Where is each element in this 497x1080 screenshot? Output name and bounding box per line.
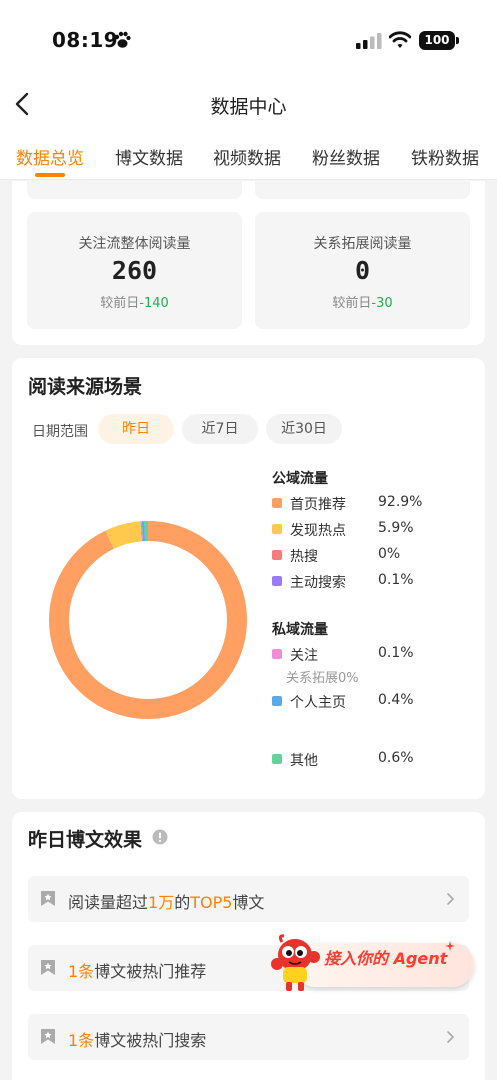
nav-header: 数据中心 <box>0 80 497 130</box>
effect-highlight: 1条 <box>68 962 95 981</box>
legend-subitem: 关系拓展0% <box>286 671 359 686</box>
private-traffic-title: 私域流量 <box>272 622 328 638</box>
legend-swatch <box>272 498 282 508</box>
effect-highlight: 1万 <box>148 893 175 912</box>
stat-relation-read: 关系拓展阅读量 0 较前日-30 <box>255 212 470 329</box>
page-title: 数据中心 <box>210 96 287 118</box>
legend-name: 其他 <box>290 753 318 769</box>
legend-value: 0.6% <box>378 750 414 766</box>
donut-slice-首页推荐 <box>49 521 247 719</box>
effect-text: 阅读量超过1万的TOP5博文 <box>68 889 264 913</box>
delta-value: -30 <box>371 296 393 311</box>
tab-iron-fans[interactable]: 铁粉数据 <box>411 144 479 169</box>
wifi-icon <box>389 31 411 48</box>
donut-slice-发现热点 <box>105 521 143 549</box>
legend-swatch <box>272 649 282 659</box>
legend-value: 0% <box>378 546 401 562</box>
effect-row-top5[interactable]: 阅读量超过1万的TOP5博文 <box>28 876 469 922</box>
legend-swatch <box>272 550 282 560</box>
legend-value: 0.4% <box>378 692 414 708</box>
legend-swatch <box>272 696 282 706</box>
reading-source-card: 阅读来源场景 日期范围 昨日 近7日 近30日 公域流量 首页推荐 92.9% … <box>12 358 485 799</box>
stat-label: 关注流整体阅读量 <box>78 236 191 252</box>
stat-follow-read: 关注流整体阅读量 260 较前日-140 <box>27 212 242 329</box>
delta-value: -140 <box>139 296 169 311</box>
source-donut-chart <box>49 521 247 719</box>
agent-label: 接入你的 Agent <box>324 949 448 968</box>
sparkle-icon <box>445 941 455 951</box>
legend-swatch <box>272 754 282 764</box>
battery-indicator: 100 <box>419 31 455 50</box>
tab-posts[interactable]: 博文数据 <box>115 144 183 169</box>
stat-delta: 较前日-30 <box>255 292 470 311</box>
legend-value: 5.9% <box>378 520 414 536</box>
info-icon[interactable] <box>152 829 168 845</box>
legend-value: 0.1% <box>378 645 414 661</box>
legend-name: 首页推荐 <box>290 497 346 513</box>
legend-name: 关注 <box>290 648 318 664</box>
bookmark-icon <box>41 960 55 975</box>
delta-prefix: 较前日 <box>332 296 372 311</box>
effect-text: 1条博文被热门搜索 <box>68 1027 206 1051</box>
legend-swatch <box>272 524 282 534</box>
date-range-label: 日期范围 <box>32 424 88 440</box>
tab-overview[interactable]: 数据总览 <box>16 144 84 169</box>
section-title: 阅读来源场景 <box>28 376 143 398</box>
agent-floating-button[interactable]: 接入你的 Agent <box>268 933 476 993</box>
legend-name: 个人主页 <box>290 695 346 711</box>
mascot-icon <box>271 934 320 991</box>
status-time: 08:19 <box>52 28 119 52</box>
effect-text-part: 阅读量超过 <box>68 893 149 912</box>
battery-cap <box>456 37 459 44</box>
effect-text-part: 博文被热门推荐 <box>94 962 207 981</box>
range-30-days[interactable]: 近30日 <box>266 414 342 444</box>
paw-icon <box>114 31 131 48</box>
effect-highlight: 1条 <box>68 1031 95 1050</box>
stat-value: 260 <box>111 256 158 285</box>
tab-videos[interactable]: 视频数据 <box>213 144 281 169</box>
tab-fans[interactable]: 粉丝数据 <box>312 144 380 169</box>
range-yesterday[interactable]: 昨日 <box>98 414 174 444</box>
tab-bar: 数据总览 博文数据 视频数据 粉丝数据 铁粉数据 <box>0 130 497 180</box>
bookmark-icon <box>41 891 55 906</box>
public-traffic-title: 公域流量 <box>272 471 328 487</box>
stat-box-partial <box>255 180 470 199</box>
legend-name: 发现热点 <box>290 523 346 539</box>
stat-label: 关系拓展阅读量 <box>313 236 412 252</box>
stat-value: 0 <box>354 256 371 285</box>
legend-swatch <box>272 576 282 586</box>
signal-icon <box>356 33 382 49</box>
status-bar: 08:19 100 <box>0 0 497 80</box>
legend-value: 0.1% <box>378 572 414 588</box>
range-7-days[interactable]: 近7日 <box>182 414 258 444</box>
active-tab-indicator <box>35 173 65 177</box>
chevron-right-icon <box>447 893 454 905</box>
legend-name: 热搜 <box>290 549 318 565</box>
legend-value: 92.9% <box>378 494 423 510</box>
chevron-right-icon <box>447 1031 454 1043</box>
stat-box-partial <box>27 180 242 199</box>
effect-text-part: 的 <box>174 893 191 912</box>
effect-text-part: 博文被热门搜索 <box>94 1031 207 1050</box>
stats-card: 关注流整体阅读量 260 较前日-140 关系拓展阅读量 0 较前日-30 <box>12 180 485 345</box>
effect-row-hot-search[interactable]: 1条博文被热门搜索 <box>28 1014 469 1060</box>
effect-highlight: TOP5 <box>190 893 233 912</box>
legend-name: 主动搜索 <box>290 575 346 591</box>
delta-prefix: 较前日 <box>100 296 140 311</box>
bookmark-icon <box>41 1029 55 1044</box>
stat-delta: 较前日-140 <box>27 292 242 311</box>
effect-text: 1条博文被热门推荐 <box>68 958 206 982</box>
effect-text-part: 博文 <box>232 893 265 912</box>
section-title: 昨日博文效果 <box>28 829 143 851</box>
